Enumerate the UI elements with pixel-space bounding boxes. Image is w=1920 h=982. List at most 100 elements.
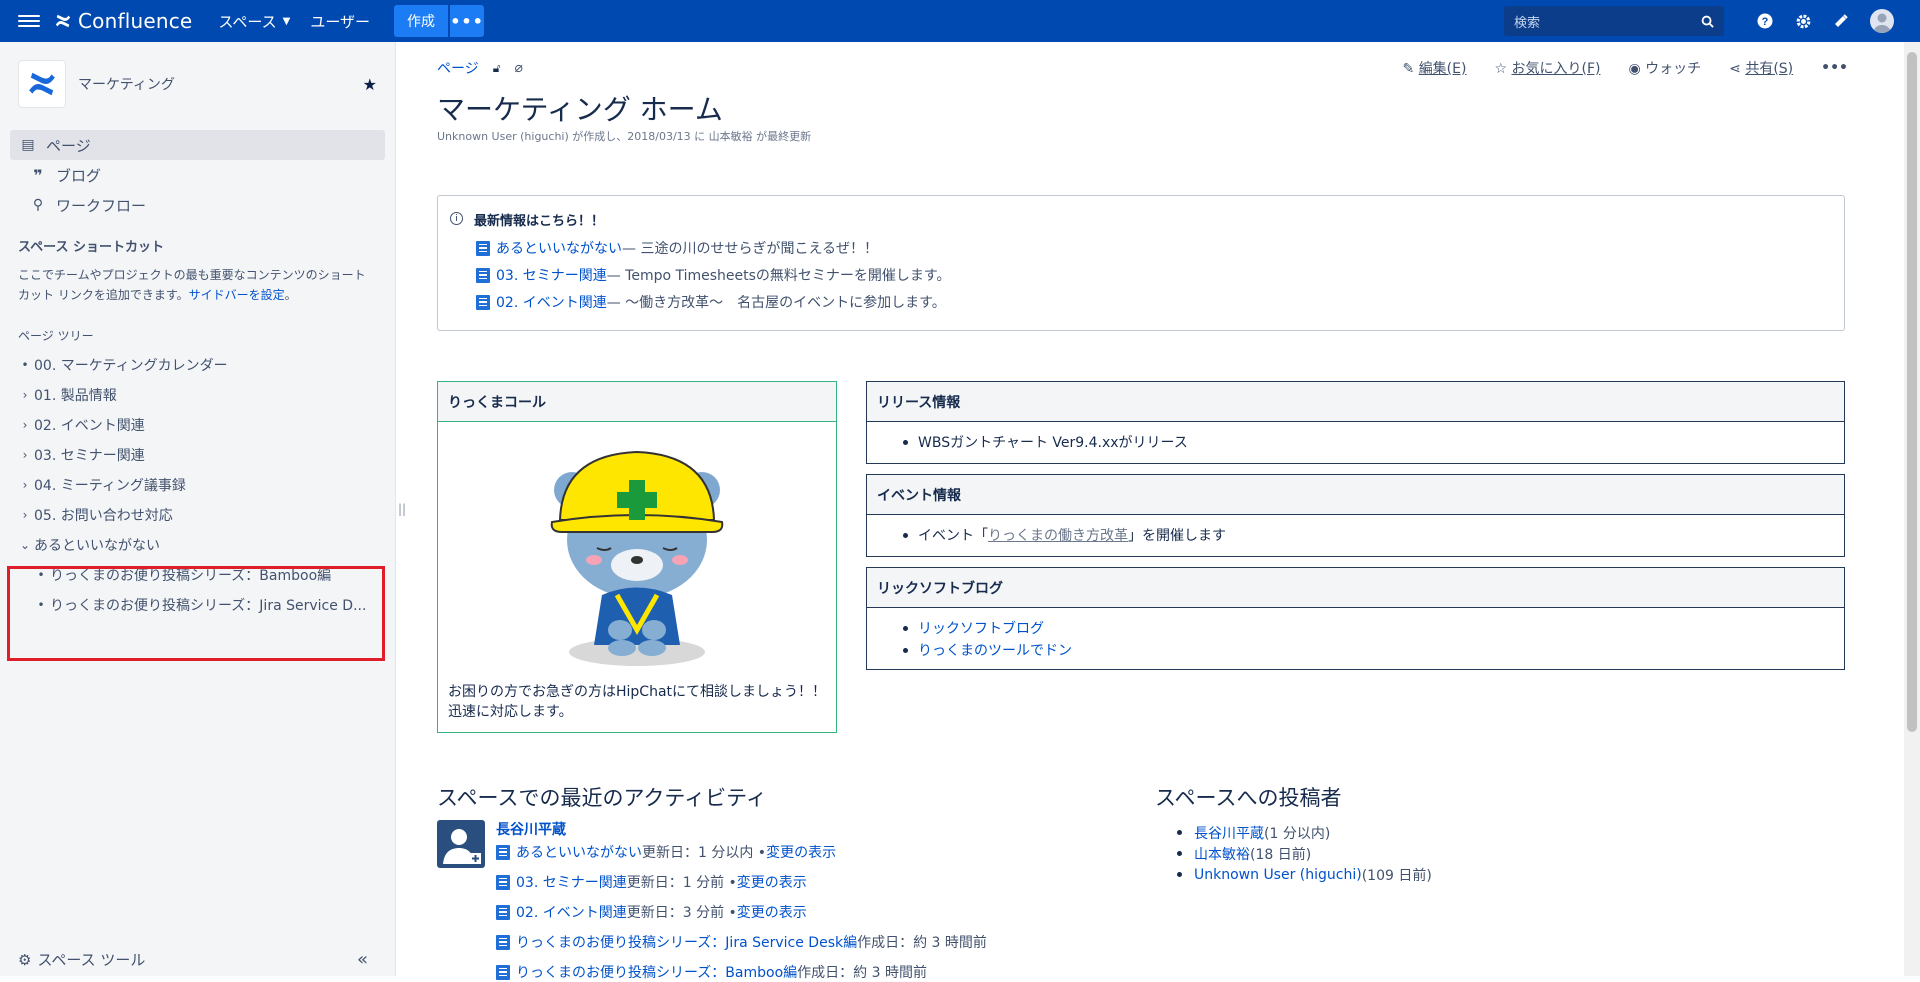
- sidebar-item-pages[interactable]: ▤ ページ: [10, 130, 385, 160]
- activity-link[interactable]: りっくまのお便り投稿シリーズ：Bamboo編: [516, 962, 797, 982]
- activity-title: スペースでの最近のアクティビティ: [437, 786, 767, 810]
- contributor-link[interactable]: Unknown User (higuchi): [1194, 867, 1362, 883]
- contributor-link[interactable]: 山本敏裕: [1194, 844, 1250, 864]
- activity-meta: 更新日：3 分前 •: [626, 905, 737, 921]
- attachment-icon[interactable]: ⌀: [515, 60, 523, 76]
- panel-title: リリース情報: [867, 382, 1844, 422]
- sidebar-resize-handle[interactable]: ||: [398, 502, 406, 516]
- help-icon[interactable]: ?: [1756, 12, 1774, 30]
- tree-item[interactable]: • 00. マーケティングカレンダー: [0, 350, 395, 380]
- brand-text: Confluence: [78, 9, 193, 33]
- top-navigation: Confluence スペース ▼ ユーザー 作成 ••• 検索 ?: [0, 0, 1920, 42]
- panel-title: りっくまコール: [438, 382, 836, 422]
- chevron-right-icon[interactable]: ›: [18, 478, 32, 492]
- pencil-icon: ✎: [1402, 61, 1419, 77]
- chevron-down-icon: ▼: [282, 15, 291, 27]
- page-tree-title: ページ ツリー: [18, 329, 94, 343]
- news-link[interactable]: 03. セミナー関連: [496, 265, 607, 285]
- list-item: 02. イベント関連 — ～働き方改革～ 名古屋のイベントに参加します。: [476, 292, 946, 312]
- spaces-menu[interactable]: スペース ▼: [218, 11, 290, 32]
- create-more-button[interactable]: •••: [450, 5, 485, 37]
- chevron-right-icon[interactable]: ›: [18, 388, 32, 402]
- page-icon: [476, 240, 490, 256]
- favorite-button[interactable]: ☆ お気に入り(F): [1494, 58, 1600, 78]
- sidebar-item-blog[interactable]: ❞ ブログ: [10, 160, 385, 190]
- scrollbar-thumb[interactable]: [1907, 52, 1917, 732]
- list-item: 長谷川平蔵 (1 分以内): [1177, 822, 1432, 843]
- list-item: WBSガントチャート Ver9.4.xxがリリース: [903, 432, 1844, 452]
- tree-item-label: 00. マーケティングカレンダー: [34, 358, 228, 374]
- gear-icon[interactable]: [1794, 12, 1812, 30]
- user-avatar[interactable]: [1870, 9, 1894, 33]
- share-button[interactable]: ⋖ 共有(S): [1729, 58, 1793, 78]
- svg-text:?: ?: [1762, 16, 1769, 28]
- contributor-meta: (1 分以内): [1264, 825, 1331, 842]
- news-link[interactable]: 02. イベント関連: [496, 292, 607, 312]
- create-button[interactable]: 作成: [394, 5, 449, 37]
- page-scrollbar[interactable]: [1904, 42, 1920, 976]
- contributor-meta: (18 日前): [1250, 846, 1312, 863]
- users-menu[interactable]: ユーザー: [310, 11, 370, 32]
- tree-item[interactable]: › 01. 製品情報: [0, 380, 395, 410]
- tree-item-label: 05. お問い合わせ対応: [34, 508, 173, 524]
- watch-button[interactable]: ◉ ウォッチ: [1628, 58, 1701, 78]
- event-link[interactable]: りっくまの働き方改革: [988, 525, 1128, 545]
- tree-item[interactable]: ⌄ あるといいながない: [0, 530, 395, 560]
- space-sidebar: マーケティング ★ ▤ ページ ❞ ブログ ⚲ ワークフロー スペース ショートカット…: [0, 42, 396, 976]
- menu-icon[interactable]: [18, 15, 40, 27]
- event-prefix: イベント「: [918, 528, 988, 544]
- tree-item[interactable]: › 03. セミナー関連: [0, 440, 395, 470]
- chevron-right-icon[interactable]: ›: [18, 418, 32, 432]
- tree-item[interactable]: › 05. お問い合わせ対応: [0, 500, 395, 530]
- gear-icon: ⚙: [18, 950, 32, 969]
- lock-icon[interactable]: 🔓︎: [493, 61, 501, 76]
- share-label: 共有(S): [1745, 61, 1794, 77]
- notification-icon[interactable]: [1832, 12, 1850, 30]
- user-avatar[interactable]: [437, 820, 485, 868]
- chevron-down-icon[interactable]: ⌄: [18, 538, 32, 552]
- view-changes-link[interactable]: 変更の表示: [766, 842, 836, 862]
- breadcrumb-pages-link[interactable]: ページ: [437, 58, 479, 78]
- highlight-box: [7, 566, 385, 661]
- more-actions-button[interactable]: •••: [1821, 60, 1848, 76]
- blog-link[interactable]: リックソフトブログ: [918, 618, 1044, 638]
- tree-item[interactable]: › 04. ミーティング議事録: [0, 470, 395, 500]
- activity-user-link[interactable]: 長谷川平蔵: [496, 819, 566, 839]
- activity-row: りっくまのお便り投稿シリーズ：Jira Service Desk編 作成日：約 …: [496, 932, 987, 952]
- configure-sidebar-link[interactable]: サイドバーを設定: [189, 288, 285, 302]
- activity-meta: 更新日：1 分以内 •: [642, 845, 767, 861]
- activity-link[interactable]: 03. セミナー関連: [516, 872, 627, 892]
- space-logo-icon[interactable]: [18, 60, 66, 108]
- sidebar-item-workflow[interactable]: ⚲ ワークフロー: [10, 190, 385, 220]
- space-tools-button[interactable]: ⚙ スペース ツール: [18, 949, 145, 970]
- chevron-right-icon[interactable]: ›: [18, 448, 32, 462]
- collapse-sidebar-icon[interactable]: «: [357, 949, 368, 970]
- contributor-link[interactable]: 長谷川平蔵: [1194, 823, 1264, 843]
- star-icon[interactable]: ★: [363, 75, 377, 94]
- search-input[interactable]: 検索: [1504, 6, 1724, 36]
- activity-link[interactable]: りっくまのお便り投稿シリーズ：Jira Service Desk編: [516, 932, 857, 952]
- tree-item[interactable]: › 02. イベント関連: [0, 410, 395, 440]
- page-icon: [496, 904, 510, 920]
- edit-button[interactable]: ✎ 編集(E): [1403, 58, 1467, 78]
- event-suffix: 」を開催します: [1128, 528, 1226, 544]
- blog-link[interactable]: りっくまのツールでドン: [918, 640, 1072, 660]
- tree-item-label: 03. セミナー関連: [34, 448, 145, 464]
- activity-link[interactable]: あるといいながない: [516, 842, 642, 862]
- activity-row: 02. イベント関連 更新日：3 分前 • 変更の表示: [496, 902, 807, 922]
- view-changes-link[interactable]: 変更の表示: [737, 902, 807, 922]
- activity-row: 03. セミナー関連 更新日：1 分前 • 変更の表示: [496, 872, 807, 892]
- list-item: 山本敏裕 (18 日前): [1177, 843, 1432, 864]
- rikkuma-call-panel: りっくまコール お困りの方でお急ぎの方はHipChatにて相談しましょう！！迅速…: [437, 381, 837, 733]
- view-changes-link[interactable]: 変更の表示: [737, 872, 807, 892]
- activity-link[interactable]: 02. イベント関連: [516, 902, 627, 922]
- space-name[interactable]: マーケティング: [78, 74, 363, 94]
- mascot-bear-image: [550, 450, 724, 666]
- tree-item-label: 02. イベント関連: [34, 418, 145, 434]
- bullet-icon: •: [21, 358, 29, 372]
- chevron-right-icon[interactable]: ›: [18, 508, 32, 522]
- news-link[interactable]: あるといいながない: [496, 238, 622, 258]
- confluence-logo[interactable]: Confluence: [54, 9, 192, 33]
- space-contributors: スペースへの投稿者 長谷川平蔵 (1 分以内) 山本敏裕 (18 日前) Unk…: [1155, 782, 1432, 885]
- panel-title: リックソフトブログ: [867, 568, 1844, 608]
